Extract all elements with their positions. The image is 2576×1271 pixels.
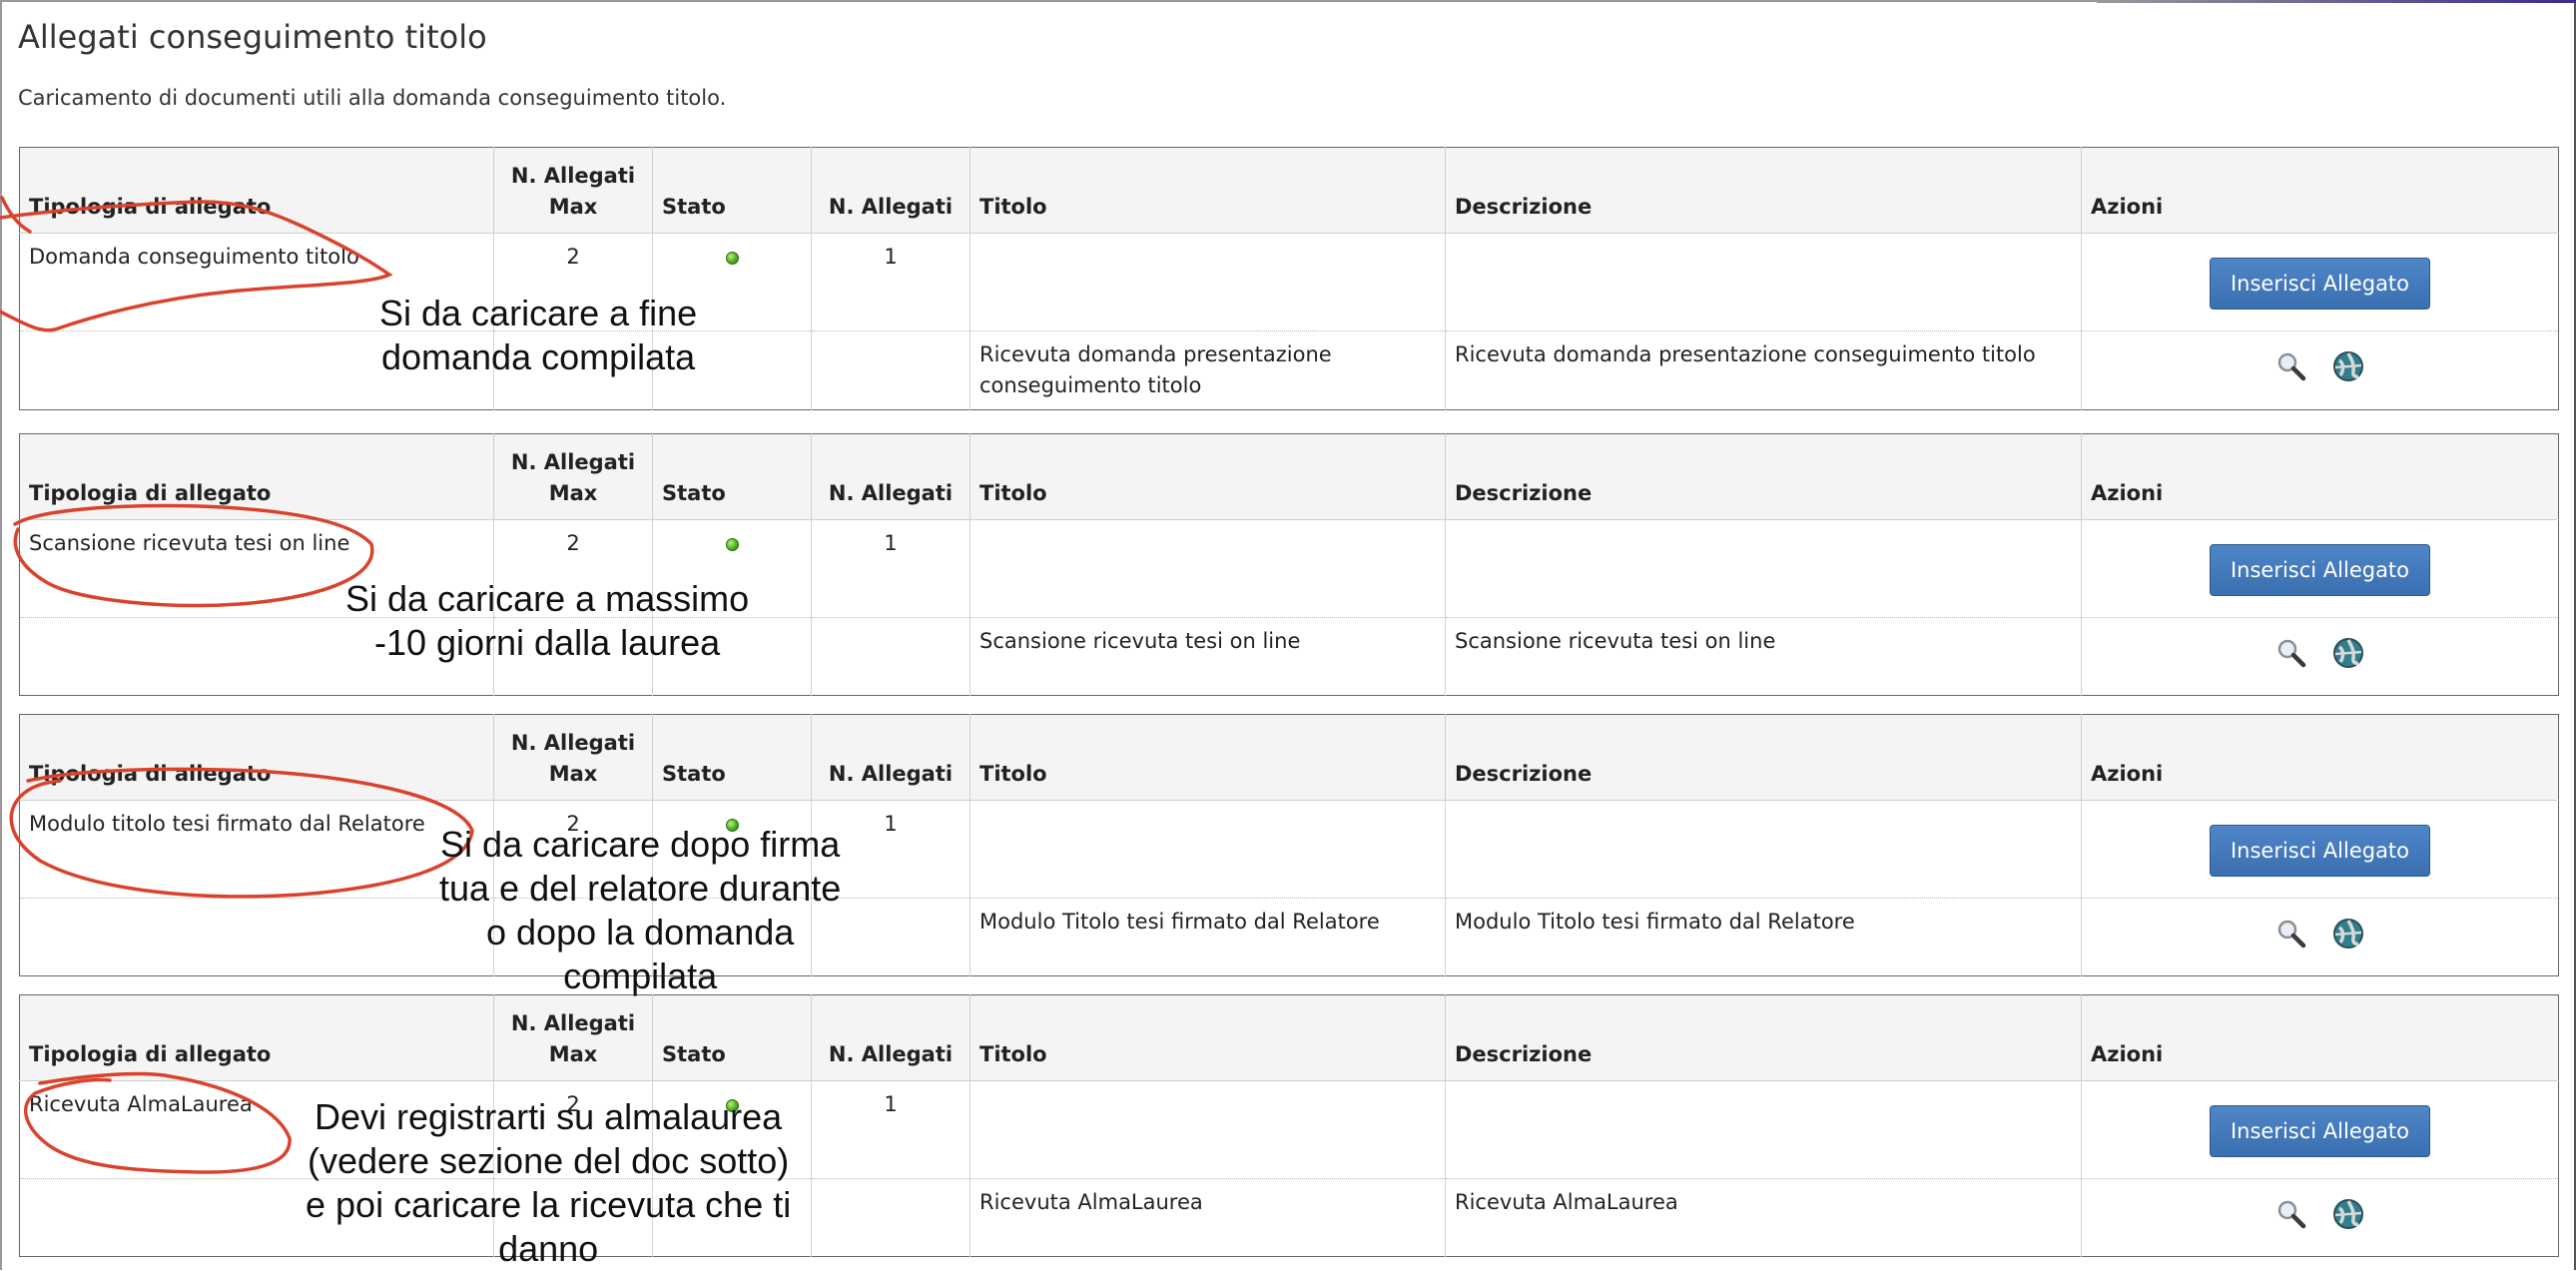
table-row: Modulo Titolo tesi firmato dal Relatore … <box>19 898 2559 976</box>
actions-cell: Inserisci Allegato <box>2081 1080 2559 1179</box>
col-header-stato: Stato <box>652 714 812 801</box>
col-header-n-allegati: N. Allegati <box>811 994 970 1081</box>
globe-icon[interactable] <box>2331 349 2365 383</box>
descrizione-cell <box>1445 519 2082 618</box>
globe-icon[interactable] <box>2331 636 2365 670</box>
col-header-titolo: Titolo <box>969 433 1446 520</box>
magnifier-icon[interactable] <box>2274 917 2308 951</box>
n-allegati-cell: 1 <box>811 519 970 618</box>
status-ok-icon <box>725 538 739 551</box>
attachment-descrizione: Ricevuta AlmaLaurea <box>1445 1178 2082 1257</box>
col-header-tipologia: Tipologia di allegato <box>19 433 494 520</box>
inserisci-allegato-button[interactable]: Inserisci Allegato <box>2209 825 2431 877</box>
titolo-cell <box>969 233 1446 331</box>
attachment-table-3: Tipologia di allegato N. Allegati Max Sta… <box>19 714 2559 976</box>
actions-cell: Inserisci Allegato <box>2081 233 2559 331</box>
col-header-azioni: Azioni <box>2081 994 2559 1081</box>
table-header-row: Tipologia di allegato N. Allegati Max Sta… <box>19 714 2559 801</box>
attachment-titolo: Modulo Titolo tesi firmato dal Relatore <box>969 898 1446 976</box>
attachment-titolo: Scansione ricevuta tesi on line <box>969 617 1446 696</box>
col-header-tipologia: Tipologia di allegato <box>19 994 494 1081</box>
titolo-cell <box>969 1080 1446 1179</box>
col-header-stato: Stato <box>652 147 812 234</box>
col-header-azioni: Azioni <box>2081 433 2559 520</box>
attachment-descrizione: Modulo Titolo tesi firmato dal Relatore <box>1445 898 2082 976</box>
inserisci-allegato-button[interactable]: Inserisci Allegato <box>2209 544 2431 596</box>
col-header-descrizione: Descrizione <box>1445 714 2082 801</box>
col-header-descrizione: Descrizione <box>1445 433 2082 520</box>
attachment-actions <box>2081 617 2559 696</box>
inserisci-allegato-button[interactable]: Inserisci Allegato <box>2209 258 2431 310</box>
col-header-max: N. Allegati Max <box>493 714 653 801</box>
page-subtitle: Caricamento di documenti utili alla doma… <box>18 86 727 110</box>
globe-icon[interactable] <box>2331 1197 2365 1231</box>
descrizione-cell <box>1445 800 2082 899</box>
titolo-cell <box>969 800 1446 899</box>
window-edge <box>2097 0 2576 3</box>
annotation-note-1: Si da caricare a fine domanda compilata <box>379 293 698 377</box>
magnifier-icon[interactable] <box>2274 636 2308 670</box>
attachment-actions <box>2081 1178 2559 1257</box>
col-header-n-allegati: N. Allegati <box>811 147 970 234</box>
inserisci-allegato-button[interactable]: Inserisci Allegato <box>2209 1105 2431 1157</box>
col-header-max: N. Allegati Max <box>493 994 653 1081</box>
attachment-descrizione: Ricevuta domanda presentazione conseguim… <box>1445 330 2082 410</box>
magnifier-icon[interactable] <box>2274 1197 2308 1231</box>
actions-cell: Inserisci Allegato <box>2081 519 2559 618</box>
col-header-titolo: Titolo <box>969 994 1446 1081</box>
col-header-descrizione: Descrizione <box>1445 994 2082 1081</box>
attachment-actions <box>2081 898 2559 976</box>
page-title: Allegati conseguimento titolo <box>18 18 487 56</box>
attachment-actions <box>2081 330 2559 410</box>
col-header-descrizione: Descrizione <box>1445 147 2082 234</box>
titolo-cell <box>969 519 1446 618</box>
magnifier-icon[interactable] <box>2274 349 2308 383</box>
table-header-row: Tipologia di allegato N. Allegati Max Sta… <box>19 433 2559 520</box>
col-header-titolo: Titolo <box>969 147 1446 234</box>
actions-cell: Inserisci Allegato <box>2081 800 2559 899</box>
col-header-n-allegati: N. Allegati <box>811 433 970 520</box>
annotation-note-4: Devi registrarti su almalaurea (vedere s… <box>306 1096 792 1269</box>
descrizione-cell <box>1445 233 2082 331</box>
table-header-row: Tipologia di allegato N. Allegati Max Sta… <box>19 147 2559 234</box>
col-header-stato: Stato <box>652 433 812 520</box>
n-allegati-cell: 1 <box>811 233 970 331</box>
annotation-note-3: Si da caricare dopo firma tua e del rela… <box>439 824 842 996</box>
col-header-stato: Stato <box>652 994 812 1081</box>
col-header-titolo: Titolo <box>969 714 1446 801</box>
col-header-azioni: Azioni <box>2081 714 2559 801</box>
globe-icon[interactable] <box>2331 917 2365 951</box>
table-row: Modulo titolo tesi firmato dal Relatore … <box>20 800 2559 899</box>
attachment-titolo: Ricevuta AlmaLaurea <box>969 1178 1446 1257</box>
annotation-note-2: Si da caricare a massimo -10 giorni dall… <box>345 578 750 663</box>
descrizione-cell <box>1445 1080 2082 1179</box>
table-header-row: Tipologia di allegato N. Allegati Max Sta… <box>19 994 2559 1081</box>
col-header-tipologia: Tipologia di allegato <box>19 147 494 234</box>
col-header-max: N. Allegati Max <box>493 147 653 234</box>
col-header-tipologia: Tipologia di allegato <box>19 714 494 801</box>
n-allegati-cell: 1 <box>811 1080 970 1179</box>
col-header-max: N. Allegati Max <box>493 433 653 520</box>
attachment-descrizione: Scansione ricevuta tesi on line <box>1445 617 2082 696</box>
col-header-azioni: Azioni <box>2081 147 2559 234</box>
attachment-titolo: Ricevuta domanda presentazione conseguim… <box>969 330 1446 410</box>
col-header-n-allegati: N. Allegati <box>811 714 970 801</box>
status-ok-icon <box>725 252 739 265</box>
tipologia-cell: Modulo titolo tesi firmato dal Relatore <box>29 812 425 836</box>
